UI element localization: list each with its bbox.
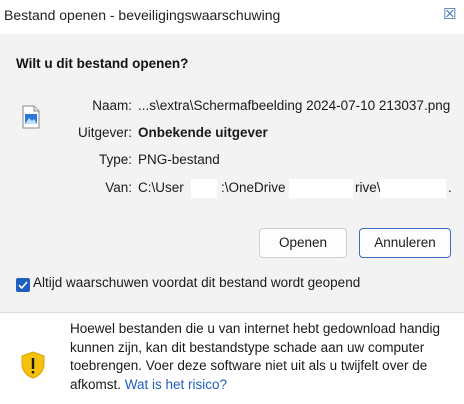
checkmark-icon [18, 281, 28, 290]
redaction-block [289, 179, 353, 198]
type-row: Type: PNG-bestand [0, 152, 464, 172]
redaction-block [191, 179, 217, 198]
from-value-part: :\OneDrive [221, 180, 286, 195]
name-label: Naam: [92, 98, 132, 113]
open-button[interactable]: Openen [259, 228, 347, 258]
publisher-row: Uitgever: Onbekende uitgever [0, 125, 464, 145]
warning-text: Hoewel bestanden die u van internet hebt… [70, 320, 460, 394]
name-row: Naam: ...s\extra\Schermafbeelding 2024-0… [0, 98, 464, 118]
divider [0, 312, 464, 313]
shield-warning-icon [21, 351, 45, 379]
window-title: Bestand openen - beveiligingswaarschuwin… [4, 7, 281, 23]
always-warn-label[interactable]: Altijd waarschuwen voordat dit bestand w… [33, 275, 360, 290]
dialog-content: Wilt u dit bestand openen? Naam: ...s\ex… [0, 34, 464, 312]
redaction-block [380, 179, 446, 198]
from-value-part: C:\User [138, 180, 184, 195]
publisher-label: Uitgever: [77, 125, 132, 140]
name-value: ...s\extra\Schermafbeelding 2024-07-10 2… [138, 98, 451, 113]
always-warn-checkbox[interactable] [16, 278, 30, 292]
type-value: PNG-bestand [138, 152, 220, 167]
dialog-heading: Wilt u dit bestand openen? [16, 56, 189, 71]
from-value-part: . [448, 180, 452, 195]
from-value-part: rive\ [355, 180, 381, 195]
publisher-value: Onbekende uitgever [138, 125, 268, 140]
risk-link[interactable]: Wat is het risico? [125, 377, 227, 392]
from-label: Van: [105, 180, 132, 195]
title-bar: Bestand openen - beveiligingswaarschuwin… [0, 0, 464, 34]
close-icon[interactable]: ☒ [443, 5, 464, 27]
type-label: Type: [98, 152, 132, 167]
cancel-button[interactable]: Annuleren [359, 228, 451, 258]
